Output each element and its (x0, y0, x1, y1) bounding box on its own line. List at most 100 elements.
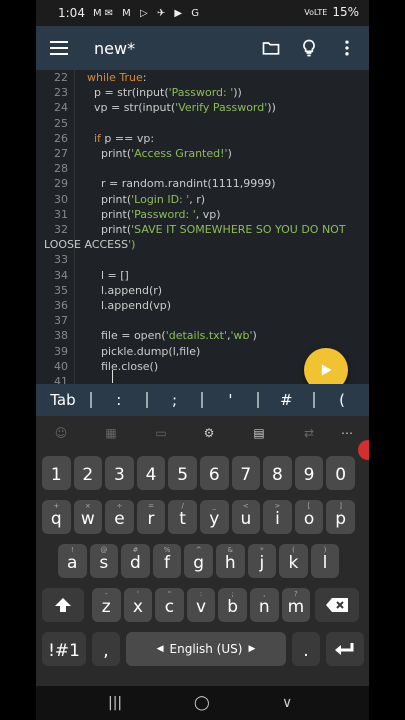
letter-key[interactable]: :v (186, 588, 216, 622)
letter-key[interactable]: ; b (218, 588, 247, 622)
number-key[interactable]: 5 (168, 456, 197, 490)
key-label: 7 (240, 464, 252, 485)
status-time: 1:04 (58, 6, 85, 20)
letter-key[interactable]: ! a (58, 544, 87, 578)
menu-icon[interactable] (50, 41, 68, 55)
number-key[interactable]: 0 (326, 456, 355, 490)
letter-key[interactable]: < u (231, 500, 261, 534)
number-key[interactable]: 4 (136, 456, 166, 490)
comma-key[interactable]: , (92, 632, 120, 666)
status-bar: 1:04 M✉ M ▷ ✈ ▶ G VoLTE 15% (36, 0, 369, 26)
letter-key[interactable]: / t (168, 500, 197, 534)
space-label: English (US) (169, 642, 243, 656)
letter-key[interactable]: _ y (200, 500, 229, 534)
code-line: 27 print('Access Granted!') (36, 146, 369, 161)
letter-key[interactable]: ] p (326, 500, 355, 534)
code-line: 35 l.append(r) (36, 283, 369, 298)
symbol-key[interactable]: Tab (36, 391, 90, 409)
symbols-key[interactable]: !#1 (42, 632, 86, 666)
key-secondary-label: ' (136, 590, 139, 598)
backspace-key[interactable] (315, 588, 360, 622)
space-key[interactable]: ◀ English (US) ▶ (126, 632, 286, 666)
code-line: 26 if p == vp: (36, 131, 369, 146)
code-line: 23 p = str(input('Password: ')) (36, 85, 369, 100)
system-nav-bar: ||| ◯ ∨ (36, 686, 369, 720)
letter-key[interactable]: > i (263, 500, 292, 534)
code-line: 29 r = random.randint(1111,9999) (36, 176, 369, 191)
key-label: i (275, 508, 280, 529)
key-secondary-label: % (163, 546, 171, 554)
emoji-icon[interactable]: ☺ (52, 426, 70, 442)
translate-icon[interactable]: ⇄ (300, 426, 318, 442)
letter-key[interactable]: & h (216, 544, 245, 578)
more-tools-icon[interactable]: ⋯ (338, 426, 356, 442)
enter-icon (335, 643, 354, 655)
status-right: VoLTE 15% (304, 5, 359, 19)
letter-key[interactable]: ) l (310, 544, 340, 578)
key-secondary-label: + (53, 502, 60, 510)
number-key[interactable]: 9 (294, 456, 324, 490)
letter-key[interactable]: + q (42, 500, 71, 534)
symbol-key[interactable]: ; (148, 391, 202, 409)
code-line: 37 (36, 313, 369, 328)
file-title: new* (94, 38, 136, 58)
code-text: vp = str(input('Verify Password')) (80, 101, 276, 115)
home-icon[interactable]: ◯ (194, 695, 210, 711)
key-label: v (196, 596, 207, 617)
letter-key[interactable]: × w (73, 500, 103, 534)
clipboard-icon[interactable]: ▤ (250, 426, 268, 442)
period-key[interactable]: . (292, 632, 320, 666)
back-icon[interactable]: ∨ (282, 695, 292, 711)
letter-key[interactable]: * j (247, 544, 277, 578)
settings-icon[interactable]: ⚙ (200, 426, 218, 442)
letter-key[interactable]: -z (92, 588, 121, 622)
code-line: 22 while True: (36, 70, 369, 85)
chevron-left-icon: ◀ (156, 644, 164, 654)
key-label: 1 (50, 464, 62, 485)
key-label: 4 (145, 464, 157, 485)
letter-key[interactable]: ' x (123, 588, 153, 622)
symbol-key[interactable]: : (92, 391, 146, 409)
letter-key[interactable]: % f (152, 544, 182, 578)
code-editor[interactable]: 22 while True: 23 p = str(input('Password… (36, 70, 369, 384)
key-label: d (130, 552, 141, 573)
symbol-key[interactable]: ( (315, 391, 369, 409)
letter-key[interactable]: ÷ e (105, 500, 134, 534)
number-key[interactable]: 1 (42, 456, 71, 490)
letter-key[interactable]: ,n (250, 588, 279, 622)
letter-key[interactable]: # d (121, 544, 150, 578)
lightbulb-icon[interactable] (299, 38, 319, 58)
number-key[interactable]: 7 (231, 456, 261, 490)
letter-key[interactable]: " c (155, 588, 184, 622)
gif-icon[interactable]: ▭ (152, 426, 170, 442)
number-key[interactable]: 3 (105, 456, 134, 490)
letter-key[interactable]: (k (279, 544, 308, 578)
letter-key[interactable]: @ s (89, 544, 119, 578)
letter-key[interactable]: ^ g (184, 544, 213, 578)
sticker-icon[interactable]: ▦ (102, 426, 120, 442)
symbol-key[interactable]: # (259, 391, 313, 409)
number-key[interactable]: 6 (200, 456, 229, 490)
battery-text: 15% (332, 5, 359, 19)
key-secondary-label: × (84, 502, 91, 510)
code-text: l = [] (80, 268, 129, 282)
code-text: print('Password: ', vp) (80, 207, 221, 221)
number-key[interactable]: 2 (73, 456, 103, 490)
code-line: 32 print('SAVE IT SOMEWHERE SO YOU DO NO… (36, 222, 369, 237)
letter-key[interactable]: [o (294, 500, 324, 534)
key-label: o (303, 508, 315, 529)
letter-key[interactable]: ? m (281, 588, 311, 622)
enter-key[interactable] (326, 632, 364, 666)
code-text: LOOSE ACCESS') (44, 238, 136, 252)
symbol-key[interactable]: ' (203, 391, 257, 409)
shift-key[interactable] (42, 588, 84, 622)
letter-key[interactable]: = r (136, 500, 166, 534)
recent-apps-icon[interactable]: ||| (108, 695, 122, 711)
app-toolbar: new* (36, 26, 369, 70)
number-key[interactable]: 8 (263, 456, 292, 490)
more-icon[interactable] (337, 38, 357, 58)
line-number: 29 (54, 177, 68, 191)
run-button[interactable] (304, 348, 348, 384)
code-line: 31 print('Password: ', vp) (36, 207, 369, 222)
folder-icon[interactable] (261, 38, 281, 58)
